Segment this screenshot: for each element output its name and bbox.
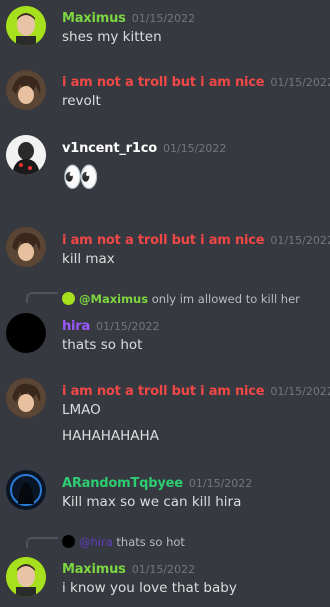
message-text: kill max — [62, 251, 115, 267]
message-text: HAHAHAHAHA — [62, 428, 159, 444]
timestamp: 01/15/2022 — [96, 320, 160, 333]
timestamp: 01/15/2022 — [162, 142, 227, 155]
message-text: Kill max so we can kill hira — [62, 494, 242, 510]
author-name[interactable]: Maximus — [62, 562, 126, 577]
message-text: LMAO — [62, 402, 101, 418]
reply-preview[interactable]: @hira thats so hot — [62, 535, 185, 549]
message-text: revolt — [62, 93, 101, 109]
author-name[interactable]: i am not a troll but i am nice — [62, 233, 265, 248]
reply-avatar — [62, 292, 75, 305]
reply-mention[interactable]: @hira — [79, 535, 113, 549]
message-text: i know you love that baby — [62, 580, 237, 596]
reply-spine — [26, 292, 58, 303]
timestamp: 01/15/2022 — [270, 385, 330, 398]
author-name[interactable]: i am not a troll but i am nice — [62, 384, 265, 399]
timestamp: 01/15/2022 — [131, 12, 196, 25]
message-text: shes my kitten — [62, 29, 162, 45]
author-name[interactable]: Maximus — [62, 11, 126, 26]
avatar[interactable] — [6, 227, 46, 267]
message-text: thats so hot — [62, 337, 143, 353]
avatar[interactable] — [6, 6, 46, 46]
emoji-eyes: 👀 — [62, 160, 100, 195]
timestamp: 01/15/2022 — [270, 234, 330, 247]
avatar[interactable] — [6, 378, 46, 418]
avatar[interactable] — [6, 70, 46, 110]
timestamp: 01/15/2022 — [188, 477, 253, 490]
reply-text: only im allowed to kill her — [151, 292, 300, 306]
author-name[interactable]: hira — [62, 319, 90, 334]
reply-spine — [26, 537, 58, 548]
reply-text: thats so hot — [116, 535, 185, 549]
avatar[interactable] — [6, 313, 46, 353]
reply-preview[interactable]: @Maximus only im allowed to kill her — [62, 292, 300, 306]
timestamp: 01/15/2022 — [131, 563, 196, 576]
avatar[interactable] — [6, 557, 46, 597]
reply-mention[interactable]: @Maximus — [79, 292, 148, 306]
timestamp: 01/15/2022 — [270, 76, 330, 89]
avatar[interactable] — [6, 135, 46, 175]
author-name[interactable]: ARandomTqbyee — [62, 476, 183, 491]
author-name[interactable]: i am not a troll but i am nice — [62, 75, 265, 90]
author-name[interactable]: v1ncent_r1co — [62, 141, 157, 156]
avatar[interactable] — [6, 470, 46, 510]
reply-avatar — [62, 535, 75, 548]
